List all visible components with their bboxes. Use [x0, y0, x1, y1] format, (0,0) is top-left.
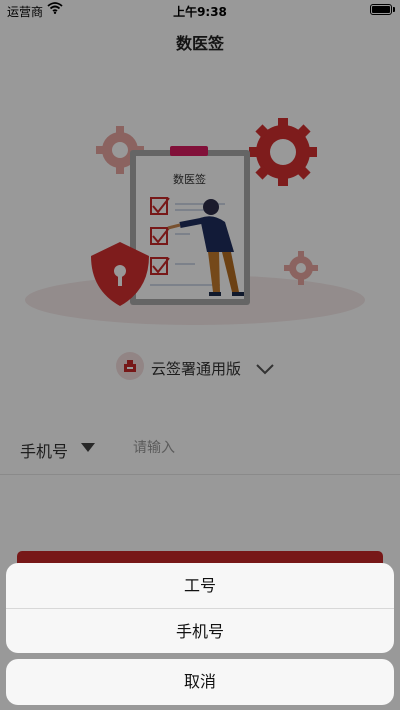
cancel-button[interactable]: 取消	[6, 659, 394, 705]
option-phone-number[interactable]: 手机号	[6, 608, 394, 653]
action-sheet: 工号 手机号	[6, 563, 394, 653]
option-employee-id[interactable]: 工号	[6, 563, 394, 608]
